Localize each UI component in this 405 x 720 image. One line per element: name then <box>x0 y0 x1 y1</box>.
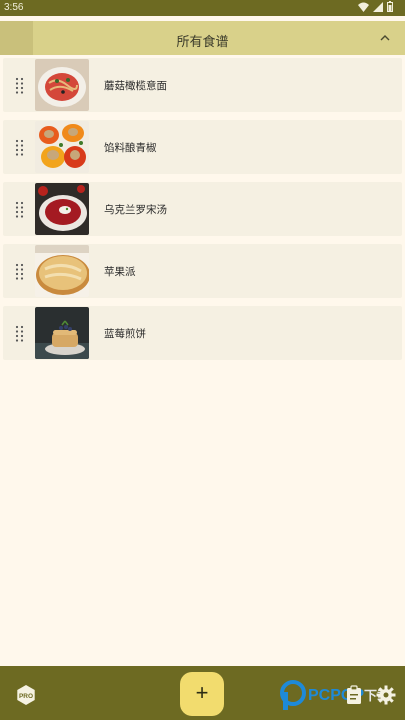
recipe-row[interactable]: 蘑菇橄榄意面 <box>3 58 402 112</box>
drag-handle-icon[interactable] <box>15 77 25 95</box>
recipe-row[interactable]: 苹果派 <box>3 244 402 298</box>
status-time: 3:56 <box>4 2 24 13</box>
bottom-bar: PRO + PCPOP下载 <box>0 666 405 720</box>
drag-handle-icon[interactable] <box>15 263 25 281</box>
add-recipe-button[interactable]: + <box>180 672 224 716</box>
recipe-thumbnail-apple-pie <box>35 245 89 297</box>
drag-handle-icon[interactable] <box>15 201 25 219</box>
recipe-row[interactable]: 乌克兰罗宋汤 <box>3 182 402 236</box>
recipe-thumbnail-pasta <box>35 59 89 111</box>
clipboard-icon[interactable] <box>346 685 362 705</box>
recipe-name: 馅料酿青椒 <box>104 142 157 154</box>
status-bar: 3:56 <box>0 0 405 16</box>
recipe-name: 苹果派 <box>104 266 136 278</box>
wifi-icon <box>358 2 369 12</box>
recipe-row[interactable]: 蓝莓煎饼 <box>3 306 402 360</box>
recipe-name: 乌克兰罗宋汤 <box>104 204 167 216</box>
drag-handle-icon[interactable] <box>15 139 25 157</box>
category-title: 所有食谱 <box>176 34 229 49</box>
gear-icon[interactable] <box>376 685 396 705</box>
pro-badge-icon[interactable]: PRO <box>16 685 36 705</box>
chevron-up-icon[interactable] <box>377 30 393 46</box>
recipe-name: 蓝莓煎饼 <box>104 328 146 340</box>
recipe-thumbnail-borscht <box>35 183 89 235</box>
pro-label: PRO <box>19 693 33 700</box>
recipe-row[interactable]: 馅料酿青椒 <box>3 120 402 174</box>
pcpop-logo-icon <box>280 680 306 710</box>
status-icons <box>358 1 393 12</box>
battery-icon <box>387 1 393 12</box>
drag-handle-icon[interactable] <box>15 325 25 343</box>
category-header[interactable]: 所有食谱 <box>0 21 405 55</box>
recipe-name: 蘑菇橄榄意面 <box>104 80 167 92</box>
recipe-thumbnail-blueberry-pancakes <box>35 307 89 359</box>
watermark: PCPOP下载 <box>280 680 390 710</box>
signal-icon <box>373 1 383 12</box>
recipe-thumbnail-stuffed-peppers <box>35 121 89 173</box>
